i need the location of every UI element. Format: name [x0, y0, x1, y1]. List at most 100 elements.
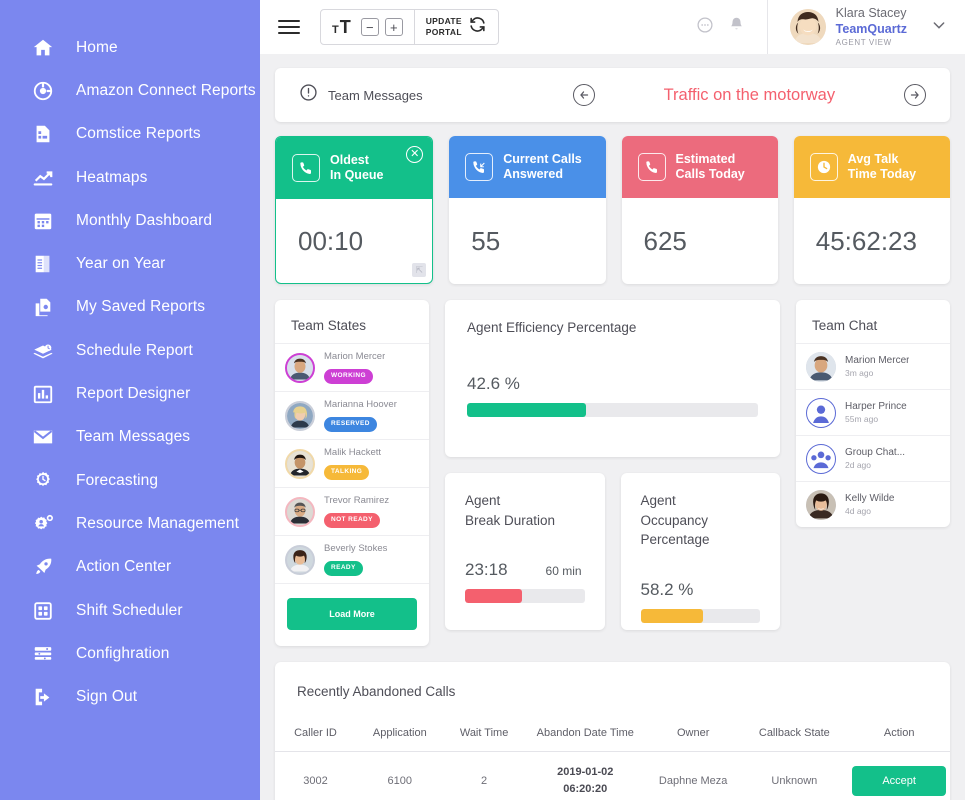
- phone-incoming-icon: [465, 153, 494, 181]
- table-row[interactable]: 3002 6100 2 2019-01-02 06:20:20 Daphne M…: [275, 751, 950, 800]
- user-menu[interactable]: Klara Stacey TeamQuartz AGENT VIEW: [766, 0, 965, 54]
- agent-name: Beverly Stokes: [324, 542, 388, 554]
- team-state-row[interactable]: Malik Hackett TALKING: [275, 439, 429, 487]
- team-state-info: Trevor Ramirez NOT READY: [324, 495, 389, 528]
- avatar: [285, 352, 315, 383]
- sidebar-item-sign-out[interactable]: Sign Out: [0, 675, 260, 718]
- agent-occupancy-progress-track: [640, 608, 760, 623]
- agent-occupancy-panel: Agent Occupancy Percentage 58.2 %: [620, 473, 780, 630]
- dashboard-content: Team Messages Traffic on the motorway Ol…: [260, 54, 965, 800]
- agent-name: Marion Mercer: [324, 350, 386, 362]
- kpi-row: Oldest In Queue ✕ 00:10 ⇱ Current Calls …: [275, 136, 950, 284]
- update-portal-control[interactable]: UPDATE PORTAL: [413, 10, 498, 44]
- sidebar-item-label: Schedule Report: [76, 341, 193, 359]
- column-header-owner: Owner: [645, 719, 741, 752]
- chat-list-item[interactable]: Marion Mercer 3m ago: [796, 343, 950, 389]
- avatar: [285, 496, 315, 527]
- more-options-icon[interactable]: [696, 16, 714, 39]
- kpi-card-avg-talk-time-today[interactable]: Avg Talk Time Today 45:62:23: [793, 136, 950, 284]
- user-info: Klara Stacey TeamQuartz AGENT VIEW: [836, 6, 907, 47]
- group-placeholder-avatar: [806, 443, 836, 474]
- alert-circle-icon: [299, 83, 318, 107]
- sidebar-item-monthly-dashboard[interactable]: Monthly Dashboard: [0, 199, 260, 242]
- kpi-header: Avg Talk Time Today: [793, 136, 950, 198]
- sidebar-item-confighration[interactable]: Confighration: [0, 632, 260, 675]
- cell-action: Accept: [848, 751, 950, 800]
- notification-bell-icon[interactable]: [728, 16, 745, 38]
- agent-name: Marianna Hoover: [324, 398, 397, 410]
- table-body: 3002 6100 2 2019-01-02 06:20:20 Daphne M…: [275, 751, 950, 800]
- chat-list-item[interactable]: Harper Prince 55m ago: [796, 389, 950, 435]
- sidebar-item-report-designer[interactable]: Report Designer: [0, 372, 260, 415]
- sidebar-item-resource-management[interactable]: Resource Management: [0, 502, 260, 545]
- user-name: Klara Stacey: [835, 6, 907, 21]
- close-icon[interactable]: ✕: [406, 146, 424, 163]
- kpi-header: Estimated Calls Today: [621, 136, 778, 198]
- team-state-row[interactable]: Trevor Ramirez NOT READY: [275, 487, 429, 535]
- agent-occupancy-value: 58.2 %: [640, 579, 694, 599]
- abandoned-calls-panel: Recently Abandoned Calls Caller ID Appli…: [275, 662, 950, 800]
- ticker-next-button[interactable]: [904, 84, 926, 106]
- team-chat-panel: Team Chat Marion Mercer 3m ago Harper Pr…: [796, 300, 950, 527]
- hamburger-icon[interactable]: [278, 16, 300, 38]
- layers-clock-icon: [26, 340, 60, 362]
- chat-timestamp: 2d ago: [845, 459, 871, 470]
- sidebar-item-amazon-connect-reports[interactable]: Amazon Connect Reports: [0, 69, 260, 112]
- header-right: Klara Stacey TeamQuartz AGENT VIEW: [696, 0, 965, 54]
- report-doc-icon: [26, 123, 60, 145]
- sidebar-item-label: Monthly Dashboard: [76, 211, 213, 229]
- main-area: TT − + UPDATE PORTAL Klara Stacey TeamQu…: [260, 0, 965, 800]
- ticker-prev-button[interactable]: [572, 84, 595, 106]
- sidebar-item-team-messages[interactable]: Team Messages: [0, 416, 260, 459]
- sidebar-item-shift-scheduler[interactable]: Shift Scheduler: [0, 589, 260, 632]
- team-state-row[interactable]: Beverly Stokes READY: [275, 535, 429, 583]
- gear-clock-icon: [26, 470, 60, 492]
- chat-list-item[interactable]: Kelly Wilde 4d ago: [796, 481, 950, 527]
- sidebar-item-label: Action Center: [76, 558, 172, 576]
- chevron-down-icon[interactable]: [931, 17, 947, 38]
- load-more-button[interactable]: Load More: [287, 598, 417, 630]
- sidebar-item-label: Sign Out: [76, 688, 138, 706]
- sidebar-item-label: Forecasting: [76, 471, 159, 489]
- sidebar-item-year-on-year[interactable]: Year on Year: [0, 242, 260, 285]
- refresh-icon[interactable]: [468, 15, 487, 39]
- sidebar-item-label: Resource Management: [76, 514, 240, 532]
- kpi-card-estimated-calls-today[interactable]: Estimated Calls Today 625: [621, 136, 778, 284]
- portal-toolbar: TT − + UPDATE PORTAL: [320, 9, 499, 45]
- avatar: [285, 544, 315, 575]
- person-placeholder-avatar: [806, 397, 836, 428]
- chat-item-info: Kelly Wilde 4d ago: [845, 492, 894, 517]
- documents-stack-icon: [26, 253, 60, 275]
- sidebar-item-comstice-reports[interactable]: Comstice Reports: [0, 113, 260, 156]
- sidebar-item-home[interactable]: Home: [0, 26, 260, 69]
- team-state-row[interactable]: Marianna Hoover RESERVED: [275, 391, 429, 439]
- team-state-row[interactable]: Marion Mercer WORKING: [275, 343, 429, 391]
- sidebar-item-my-saved-reports[interactable]: My Saved Reports: [0, 286, 260, 329]
- sidebar-item-action-center[interactable]: Action Center: [0, 546, 260, 589]
- font-increase-button[interactable]: +: [384, 18, 403, 36]
- accept-button[interactable]: Accept: [852, 765, 946, 796]
- kpi-card-oldest-in-queue[interactable]: Oldest In Queue ✕ 00:10 ⇱: [275, 136, 434, 284]
- chat-list-item[interactable]: Group Chat... 2d ago: [796, 435, 950, 481]
- chat-item-info: Harper Prince 55m ago: [845, 400, 907, 425]
- agent-efficiency-value-row: 42.6 %: [467, 374, 758, 394]
- kpi-card-current-calls-answered[interactable]: Current Calls Answered 55: [449, 136, 606, 284]
- sidebar-item-heatmaps[interactable]: Heatmaps: [0, 156, 260, 199]
- team-states-panel: Team States Marion Mercer WORKING Marian…: [275, 300, 429, 646]
- sidebar-item-forecasting[interactable]: Forecasting: [0, 459, 260, 502]
- resize-handle-icon[interactable]: ⇱: [412, 263, 427, 277]
- trend-line-icon: [26, 167, 60, 189]
- column-header-wait-time: Wait Time: [443, 719, 525, 752]
- kpi-title: Avg Talk Time Today: [847, 152, 917, 181]
- chat-contact-name: Marion Mercer: [845, 355, 910, 367]
- avatar: [285, 448, 315, 479]
- agent-break-duration-value-row: 23:18 60 min: [465, 560, 585, 580]
- sidebar-item-label: Comstice Reports: [76, 125, 201, 143]
- team-chat-title: Team Chat: [812, 318, 878, 333]
- cell-wait-time: 2: [443, 751, 525, 800]
- font-decrease-button[interactable]: −: [360, 18, 379, 36]
- sidebar-item-schedule-report[interactable]: Schedule Report: [0, 329, 260, 372]
- cell-abandon-date-time: 2019-01-02 06:20:20: [524, 751, 646, 800]
- kpi-value: 55: [471, 225, 501, 256]
- agent-occupancy-progress-fill: [640, 608, 703, 623]
